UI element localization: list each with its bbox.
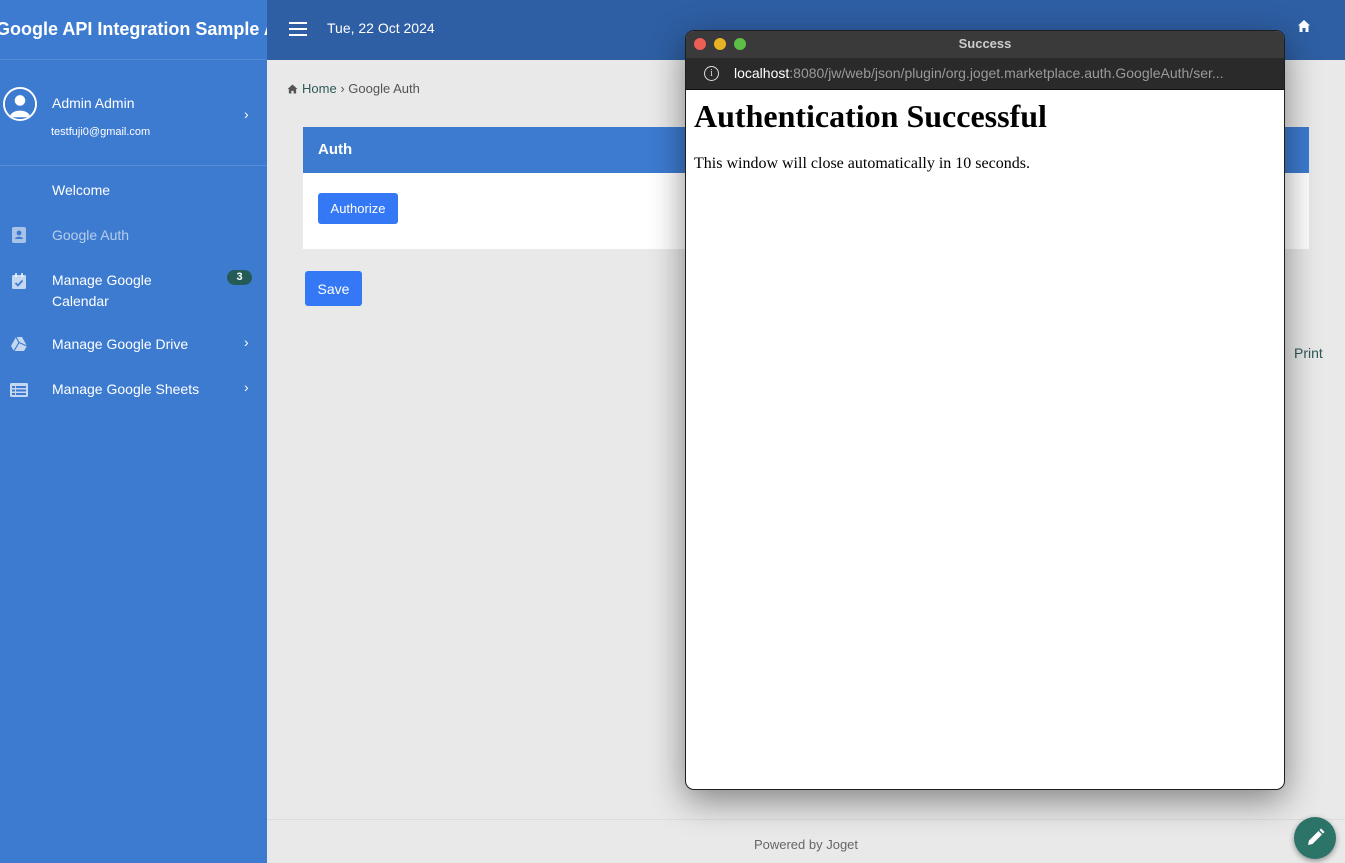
breadcrumb: Home › Google Auth — [287, 81, 420, 96]
google-drive-icon — [10, 335, 28, 353]
edit-pencil-icon[interactable] — [1294, 817, 1336, 859]
sidebar-item-label: Manage Google Drive — [52, 336, 189, 352]
footer: Powered by Joget — [267, 819, 1345, 863]
info-icon[interactable]: i — [704, 66, 719, 81]
popup-url[interactable]: localhost:8080/jw/web/json/plugin/org.jo… — [734, 65, 1264, 81]
avatar-icon — [3, 87, 37, 121]
home-icon[interactable] — [1297, 19, 1311, 33]
breadcrumb-home-link[interactable]: Home — [302, 81, 337, 96]
footer-text: Powered by Joget — [753, 837, 859, 852]
app-brand[interactable]: Google API Integration Sample App — [0, 0, 267, 60]
profile-name: Admin Admin — [52, 95, 135, 111]
calendar-count-badge: 3 — [227, 270, 252, 285]
sidebar-item-label: Google Auth — [52, 227, 130, 243]
user-profile[interactable]: Admin Admin testfuji0@gmail.com › — [0, 60, 267, 166]
popup-message: This window will close automatically in … — [694, 155, 1030, 172]
sidebar-item-label: Welcome — [52, 182, 111, 198]
popup-titlebar[interactable]: Success — [686, 31, 1284, 58]
sidebar-item-google-auth[interactable]: Google Auth — [0, 225, 267, 246]
sidebar-item-google-sheets[interactable]: Manage Google Sheets › — [0, 379, 267, 400]
sheets-list-icon — [10, 381, 28, 399]
sidebar-item-google-calendar[interactable]: Manage Google Calendar 3 — [0, 270, 267, 312]
popup-window: Success i localhost:8080/jw/web/json/plu… — [685, 30, 1285, 790]
header-date: Tue, 22 Oct 2024 — [327, 20, 435, 36]
url-host: localhost — [734, 65, 790, 81]
breadcrumb-current: Google Auth — [348, 81, 420, 96]
chevron-right-icon: › — [244, 379, 249, 395]
contact-card-icon — [10, 226, 28, 244]
popup-heading: Authentication Successful — [694, 98, 1047, 134]
sidebar-item-welcome[interactable]: Welcome — [0, 180, 267, 201]
profile-email: testfuji0@gmail.com — [51, 126, 151, 138]
home-icon — [287, 82, 298, 94]
chevron-right-icon: › — [244, 334, 249, 350]
popup-title: Success — [958, 36, 1012, 51]
menu-toggle-icon[interactable] — [289, 22, 307, 36]
sidebar-item-label: Manage Google Sheets — [52, 381, 200, 397]
calendar-check-icon — [10, 272, 28, 290]
sidebar-item-google-drive[interactable]: Manage Google Drive › — [0, 334, 267, 355]
app-title: Google API Integration Sample App — [0, 19, 267, 39]
popup-content: Authentication Successful This window wi… — [686, 90, 1284, 181]
chevron-right-icon[interactable]: › — [244, 106, 249, 122]
url-path: :8080/jw/web/json/plugin/org.joget.marke… — [789, 65, 1224, 81]
sidebar-item-label: Manage Google Calendar — [52, 272, 152, 309]
popup-url-bar[interactable]: i localhost:8080/jw/web/json/plugin/org.… — [686, 58, 1284, 90]
save-button[interactable]: Save — [305, 271, 362, 306]
sidebar: Google API Integration Sample App Admin … — [0, 0, 267, 863]
print-link[interactable]: Print — [1294, 345, 1323, 361]
authorize-button[interactable]: Authorize — [318, 193, 398, 224]
